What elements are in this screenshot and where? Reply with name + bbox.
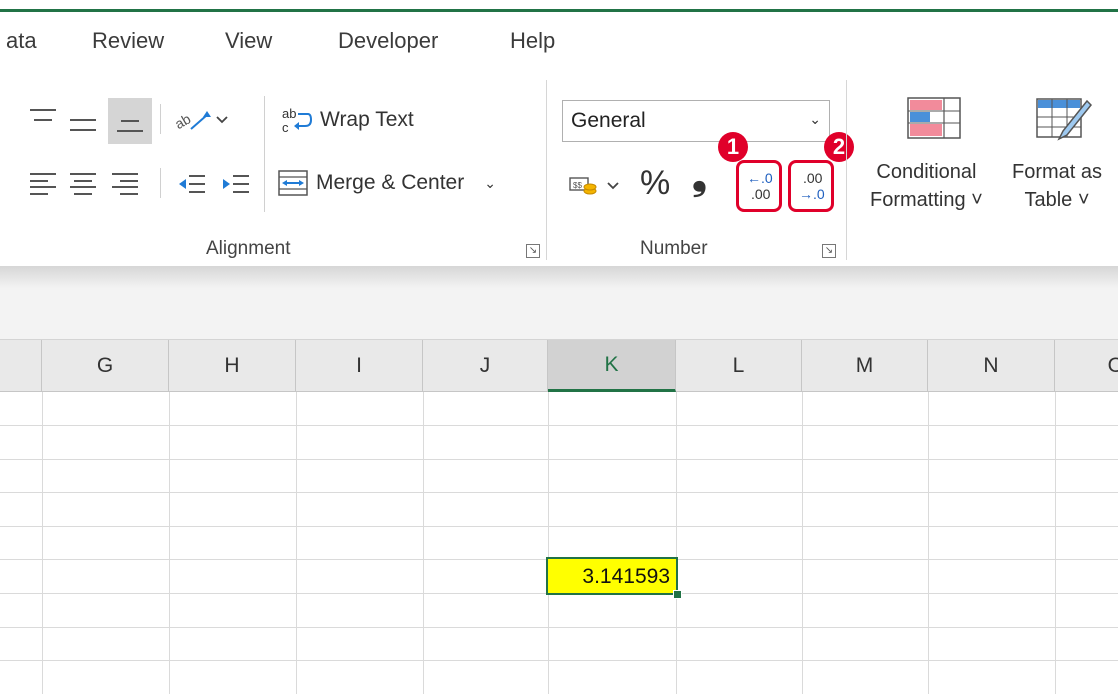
orientation-icon[interactable]: ab bbox=[170, 100, 232, 140]
conditional-formatting-button[interactable]: Conditional Formatting ˅ bbox=[870, 158, 983, 214]
column-line bbox=[676, 392, 677, 694]
chevron-down-icon[interactable]: ⌄ bbox=[484, 175, 496, 192]
svg-text:c: c bbox=[282, 120, 289, 134]
svg-text:ab: ab bbox=[282, 106, 296, 121]
number-dialog-launcher-icon[interactable]: ↘ bbox=[822, 244, 836, 258]
conditional-formatting-label-1: Conditional bbox=[876, 161, 977, 183]
column-line bbox=[548, 392, 549, 694]
formula-bar-area bbox=[0, 288, 1118, 340]
row-line bbox=[0, 492, 1118, 493]
comma-style-button[interactable]: ❟ bbox=[692, 156, 707, 199]
increase-decimal-top: .00 bbox=[803, 170, 823, 186]
svg-text:ab: ab bbox=[173, 110, 194, 132]
decrease-decimal-top: ←.0 bbox=[747, 170, 773, 186]
wrap-text-icon: ab c bbox=[282, 106, 312, 134]
row-line bbox=[0, 627, 1118, 628]
ribbon-shadow bbox=[0, 266, 1118, 288]
window-top-border bbox=[0, 0, 1118, 12]
decrease-indent-icon[interactable] bbox=[172, 164, 212, 204]
column-line bbox=[802, 392, 803, 694]
format-as-table-button[interactable]: Format as Table ˅ bbox=[1012, 158, 1102, 214]
row-line bbox=[0, 459, 1118, 460]
increase-decimal-button[interactable]: .00 →.0 bbox=[788, 160, 834, 212]
column-header-o[interactable]: O bbox=[1055, 340, 1118, 392]
divider bbox=[160, 168, 161, 198]
column-line bbox=[1055, 392, 1056, 694]
column-header-i[interactable]: I bbox=[296, 340, 423, 392]
align-left-icon[interactable] bbox=[26, 164, 60, 204]
column-header-h[interactable]: H bbox=[169, 340, 296, 392]
column-header-partial bbox=[0, 340, 42, 392]
accounting-format-icon[interactable]: $$ bbox=[566, 168, 628, 204]
merge-center-icon bbox=[278, 170, 308, 196]
column-header-row: G H I J K L M N O bbox=[0, 340, 1118, 392]
chevron-down-icon: ⌄ bbox=[809, 111, 821, 127]
increase-indent-icon[interactable] bbox=[216, 164, 256, 204]
row-line bbox=[0, 425, 1118, 426]
conditional-formatting-label-2: Formatting ˅ bbox=[870, 189, 983, 211]
wrap-text-label: Wrap Text bbox=[320, 108, 414, 131]
wrap-text-button[interactable]: ab c Wrap Text bbox=[282, 106, 414, 134]
row-line bbox=[0, 660, 1118, 661]
conditional-formatting-icon bbox=[902, 94, 966, 142]
tab-help[interactable]: Help bbox=[510, 28, 555, 54]
alignment-dialog-launcher-icon[interactable]: ↘ bbox=[526, 244, 540, 258]
callout-badge-2: 2 bbox=[824, 132, 854, 162]
align-top-icon[interactable] bbox=[26, 100, 60, 140]
column-line bbox=[928, 392, 929, 694]
column-header-m[interactable]: M bbox=[802, 340, 928, 392]
row-line bbox=[0, 526, 1118, 527]
number-format-value: General bbox=[571, 109, 646, 132]
ribbon-tab-bar: ata Review View Developer Help bbox=[0, 28, 1118, 68]
tab-view[interactable]: View bbox=[225, 28, 272, 54]
decrease-decimal-bottom: .00 bbox=[751, 186, 771, 202]
active-cell[interactable]: 3.141593 bbox=[546, 557, 678, 595]
group-divider bbox=[846, 80, 847, 260]
tab-review[interactable]: Review bbox=[92, 28, 164, 54]
column-header-k[interactable]: K bbox=[548, 340, 676, 392]
column-header-l[interactable]: L bbox=[676, 340, 802, 392]
merge-center-label: Merge & Center bbox=[316, 171, 465, 194]
fill-handle[interactable] bbox=[673, 590, 682, 599]
align-center-icon[interactable] bbox=[66, 164, 100, 204]
format-as-table-label-1: Format as bbox=[1012, 161, 1103, 183]
align-bottom-icon[interactable] bbox=[108, 98, 152, 144]
increase-decimal-bottom: →.0 bbox=[799, 186, 825, 202]
column-header-n[interactable]: N bbox=[928, 340, 1055, 392]
align-middle-icon[interactable] bbox=[66, 100, 100, 140]
alignment-group-label: Alignment bbox=[206, 238, 291, 259]
tab-data[interactable]: ata bbox=[6, 28, 37, 54]
number-format-dropdown[interactable]: General ⌄ bbox=[562, 100, 830, 142]
divider bbox=[160, 104, 161, 134]
worksheet-grid[interactable] bbox=[0, 392, 1118, 694]
group-divider bbox=[546, 80, 547, 260]
number-group-label: Number bbox=[640, 238, 708, 259]
column-line bbox=[423, 392, 424, 694]
column-line bbox=[296, 392, 297, 694]
decrease-decimal-button[interactable]: ←.0 .00 bbox=[736, 160, 782, 212]
column-line bbox=[169, 392, 170, 694]
column-line bbox=[42, 392, 43, 694]
divider bbox=[264, 96, 265, 212]
tab-developer[interactable]: Developer bbox=[338, 28, 438, 54]
callout-badge-1: 1 bbox=[718, 132, 748, 162]
align-right-icon[interactable] bbox=[108, 164, 142, 204]
format-as-table-icon bbox=[1030, 94, 1096, 144]
percent-style-button[interactable]: % bbox=[640, 164, 670, 203]
svg-text:$$: $$ bbox=[573, 181, 582, 190]
column-header-j[interactable]: J bbox=[423, 340, 548, 392]
format-as-table-label-2: Table ˅ bbox=[1024, 189, 1090, 211]
merge-center-button[interactable]: Merge & Center ⌄ bbox=[278, 170, 496, 196]
column-header-g[interactable]: G bbox=[42, 340, 169, 392]
